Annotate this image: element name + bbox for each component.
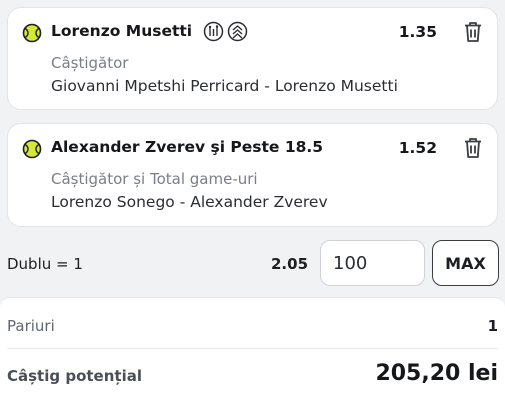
trash-icon[interactable] [462, 136, 484, 160]
stats-badge-icon [203, 21, 224, 42]
trash-icon[interactable] [462, 20, 484, 44]
live-badge-icon [227, 21, 248, 42]
selection-odd: 1.35 [398, 23, 437, 41]
max-stake-button[interactable]: MAX [432, 240, 499, 286]
selection-name: Lorenzo Musetti [51, 22, 193, 40]
selection-badges [203, 21, 248, 42]
tennis-ball-icon [22, 23, 42, 43]
potential-payout-label: Câștig potențial [7, 367, 142, 385]
selection-market: Câștigător [51, 54, 129, 72]
bet-selection-card: Alexander Zverev şi Peste 18.5 1.52 Câșt… [7, 123, 498, 227]
selection-market: Câștigător și Total game-uri [51, 170, 258, 188]
bets-count-label: Pariuri [7, 317, 55, 335]
selection-odd: 1.52 [398, 139, 437, 157]
selection-name: Alexander Zverev şi Peste 18.5 [51, 138, 324, 156]
bet-selection-card: Lorenzo Musetti 1.35 Câștigător Giovanni… [7, 7, 498, 110]
bet-summary: Pariuri 1 Câștig potențial 205,20 lei [0, 297, 505, 401]
divider [7, 348, 498, 349]
selection-event: Lorenzo Sonego - Alexander Zverev [51, 193, 328, 211]
bet-type-label: Dublu = 1 [7, 255, 83, 273]
bets-count-value: 1 [487, 317, 498, 335]
tennis-ball-icon [22, 139, 42, 159]
total-odd: 2.05 [271, 255, 309, 273]
stake-input[interactable] [320, 240, 425, 286]
potential-payout-value: 205,20 lei [375, 361, 498, 386]
selection-event: Giovanni Mpetshi Perricard - Lorenzo Mus… [51, 77, 398, 95]
